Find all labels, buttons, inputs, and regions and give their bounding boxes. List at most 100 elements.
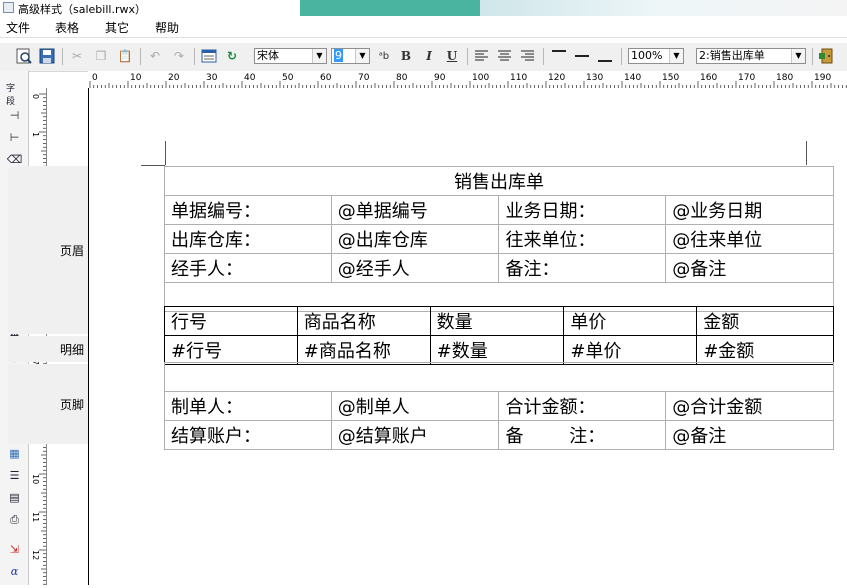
detail-cell[interactable]: #数量 <box>429 335 565 365</box>
header-cell[interactable]: @单据编号 <box>330 195 500 225</box>
exit-door-icon[interactable] <box>818 47 836 65</box>
detail-cell[interactable]: #金额 <box>696 335 834 365</box>
form-icon[interactable] <box>200 47 218 65</box>
report-detail-table: 行号 商品名称 数量 单价 金额 #行号 #商品名称 #数量 #单价 #金额 <box>164 306 834 365</box>
detail-cell[interactable]: #行号 <box>164 335 298 365</box>
table-row: 结算账户： @结算账户 备 注： @备注 <box>164 420 834 450</box>
ruler-label: 0 <box>31 94 40 99</box>
detail-header-row: 行号 商品名称 数量 单价 金额 <box>164 306 834 336</box>
ruler-label: 40 <box>244 73 256 83</box>
refresh-icon[interactable]: ↻ <box>223 47 241 65</box>
italic-button[interactable]: I <box>420 47 438 65</box>
table-grid-icon[interactable]: ▦ <box>6 445 23 462</box>
column-header[interactable]: 行号 <box>164 306 298 336</box>
app-icon <box>3 2 14 13</box>
ruler-label: 160 <box>700 73 717 83</box>
insert-col-icon[interactable]: ⊢ <box>6 129 23 146</box>
footer-cell[interactable]: @合计金额 <box>665 391 834 421</box>
header-cell[interactable]: 经手人： <box>164 253 332 283</box>
column-header[interactable]: 单价 <box>563 306 698 336</box>
separator <box>812 48 813 65</box>
header-cell[interactable]: @经手人 <box>330 253 500 283</box>
menu-other[interactable]: 其它 <box>105 19 129 36</box>
undo-icon[interactable]: ↶ <box>146 47 164 65</box>
font-size-select[interactable]: 9 ▼ <box>331 48 370 64</box>
separator <box>140 48 141 65</box>
font-size-value: 9 <box>334 49 343 62</box>
empty-cell[interactable] <box>164 362 834 392</box>
header-cell[interactable]: 出库仓库： <box>164 224 332 254</box>
properties-icon[interactable]: ▤ <box>6 489 23 506</box>
column-header[interactable]: 商品名称 <box>296 306 431 336</box>
ruler-label: 170 <box>738 73 755 83</box>
header-cell[interactable]: @出库仓库 <box>330 224 500 254</box>
save-icon[interactable] <box>38 47 56 65</box>
cut-icon[interactable]: ✂ <box>68 47 86 65</box>
align-center-icon[interactable] <box>496 47 514 65</box>
table-row: 出库仓库： @出库仓库 往来单位： @往来单位 <box>164 224 834 254</box>
font-value: 宋体 <box>257 49 279 62</box>
chevron-down-icon: ▼ <box>791 49 805 63</box>
column-header[interactable]: 金额 <box>696 306 834 336</box>
table-row: 制单人： @制单人 合计金额： @合计金额 <box>164 391 834 421</box>
column-header[interactable]: 数量 <box>429 306 565 336</box>
footer-cell[interactable]: @备注 <box>665 420 834 450</box>
valign-top-icon[interactable] <box>550 47 568 65</box>
ruler-label: 12 <box>31 550 40 560</box>
footer-cell[interactable]: 结算账户： <box>164 420 332 450</box>
detail-cell[interactable]: #单价 <box>563 335 698 365</box>
export-icon[interactable]: ⇲ <box>6 541 23 558</box>
margin-guide <box>806 141 807 165</box>
separator <box>62 48 63 65</box>
ruler-label: 110 <box>510 73 527 83</box>
separator <box>543 48 544 65</box>
redo-icon[interactable]: ↷ <box>170 47 188 65</box>
band-footer-label: 页脚 <box>60 398 85 412</box>
bold-button[interactable]: B <box>397 47 415 65</box>
footer-cell[interactable]: @结算账户 <box>330 420 500 450</box>
footer-cell[interactable]: 制单人： <box>164 391 332 421</box>
header-cell[interactable]: @往来单位 <box>665 224 834 254</box>
ruler-label: 130 <box>586 73 603 83</box>
band-header-label: 页眉 <box>60 244 85 258</box>
print-icon[interactable]: ⎙ <box>6 511 23 528</box>
background-window-2 <box>480 0 847 16</box>
valign-bottom-icon[interactable] <box>596 47 614 65</box>
insert-row-icon[interactable]: ⊣ <box>6 107 23 124</box>
header-cell[interactable]: 单据编号： <box>164 195 332 225</box>
footer-cell[interactable]: @制单人 <box>330 391 500 421</box>
header-cell[interactable]: 业务日期： <box>498 195 667 225</box>
text-tool-icon[interactable]: 字段 <box>6 84 23 107</box>
ruler-label: 11 <box>31 512 40 522</box>
copy-icon[interactable]: ❐ <box>92 47 110 65</box>
ruler-label: 100 <box>472 73 489 83</box>
header-cell[interactable]: 备注： <box>498 253 667 283</box>
list-view-icon[interactable]: ☰ <box>6 467 23 484</box>
header-cell[interactable]: @备注 <box>665 253 834 283</box>
menu-help[interactable]: 帮助 <box>155 19 179 36</box>
align-right-icon[interactable] <box>519 47 537 65</box>
report-footer-table: 制单人： @制单人 合计金额： @合计金额 结算账户： @结算账户 备 注： @… <box>164 362 834 450</box>
header-cell[interactable]: @业务日期 <box>665 195 834 225</box>
detail-cell[interactable]: #商品名称 <box>296 335 431 365</box>
formula-icon[interactable]: α <box>6 563 23 580</box>
paste-icon[interactable]: 📋 <box>116 47 134 65</box>
ruler-label: 190 <box>814 73 831 83</box>
valign-middle-icon[interactable] <box>573 47 591 65</box>
text-wrap-icon[interactable]: ᵃb <box>375 47 393 65</box>
menu-table[interactable]: 表格 <box>55 19 79 36</box>
align-left-icon[interactable] <box>473 47 491 65</box>
footer-cell[interactable]: 备 注： <box>498 420 667 450</box>
table-row <box>164 362 834 392</box>
footer-cell[interactable]: 合计金额： <box>498 391 667 421</box>
zoom-select[interactable]: 100% ▼ <box>628 48 684 64</box>
report-select[interactable]: 2:销售出库单 ▼ <box>696 48 806 64</box>
header-cell[interactable]: 往来单位： <box>498 224 667 254</box>
menu-file[interactable]: 文件 <box>6 19 30 36</box>
report-title[interactable]: 销售出库单 <box>164 166 834 196</box>
underline-button[interactable]: U <box>443 47 461 65</box>
preview-icon[interactable] <box>15 47 33 65</box>
band-detail-label: 明细 <box>60 343 85 357</box>
ruler-label: 1 <box>31 132 40 137</box>
font-select[interactable]: 宋体 ▼ <box>254 48 327 64</box>
